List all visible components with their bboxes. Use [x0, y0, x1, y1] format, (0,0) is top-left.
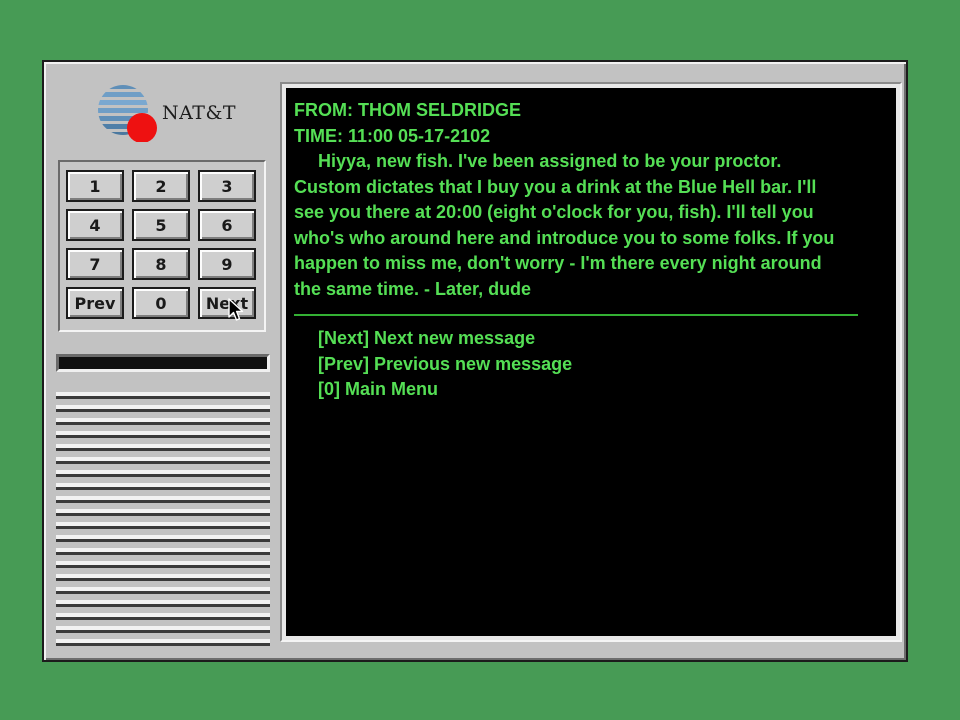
key-7[interactable]: 7 [66, 248, 124, 280]
natt-logo: NAT&T [96, 82, 266, 144]
key-2[interactable]: 2 [132, 170, 190, 202]
globe-logo-icon [98, 85, 157, 142]
key-0[interactable]: 0 [132, 287, 190, 319]
next-button[interactable]: Next [198, 287, 256, 319]
message-body-line: see you there at 20:00 (eight o'clock fo… [294, 202, 814, 222]
key-3[interactable]: 3 [198, 170, 256, 202]
screen-bezel: FROM: THOM SELDRIDGE TIME: 11:00 05-17-2… [280, 82, 902, 642]
message-time: TIME: 11:00 05-17-2102 [294, 125, 491, 146]
message-body-line: happen to miss me, don't worry - I'm the… [294, 253, 822, 273]
key-4[interactable]: 4 [66, 209, 124, 241]
message-body-line: Hiyya, new fish. I've been assigned to b… [318, 151, 782, 171]
message-body-line: who's who around here and introduce you … [294, 227, 835, 248]
key-1[interactable]: 1 [66, 170, 124, 202]
menu-option-main[interactable]: [0] Main Menu [294, 377, 888, 403]
speaker-grille [56, 388, 270, 646]
mouse-cursor-icon [228, 298, 244, 321]
brand-name: NAT&T [162, 102, 237, 124]
message-screen: FROM: THOM SELDRIDGE TIME: 11:00 05-17-2… [286, 88, 896, 636]
menu-option-next[interactable]: [Next] Next new message [294, 326, 888, 352]
message-from: FROM: THOM SELDRIDGE [294, 100, 521, 120]
message-body-line: the same time. - Later, dude [294, 278, 532, 299]
key-9[interactable]: 9 [198, 248, 256, 280]
key-6[interactable]: 6 [198, 209, 256, 241]
menu-option-prev[interactable]: [Prev] Previous new message [294, 352, 888, 378]
divider [294, 314, 858, 316]
key-5[interactable]: 5 [132, 209, 190, 241]
phone-terminal: NAT&T 1 2 3 4 5 6 7 8 9 Prev 0 Next FROM… [42, 60, 908, 662]
prev-button[interactable]: Prev [66, 287, 124, 319]
message-body-line: Custom dictates that I buy you a drink a… [294, 176, 817, 197]
key-8[interactable]: 8 [132, 248, 190, 280]
card-slot [56, 354, 270, 372]
